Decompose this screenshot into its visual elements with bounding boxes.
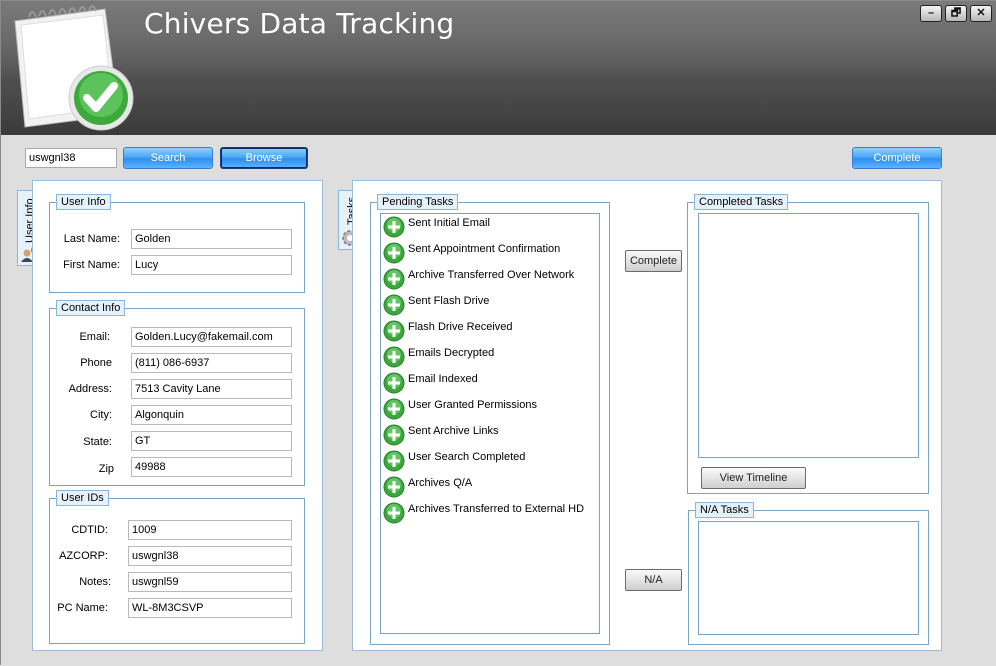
user-info-group-title: User Info	[56, 194, 111, 210]
add-plus-icon[interactable]	[383, 346, 405, 368]
add-plus-icon[interactable]	[383, 294, 405, 316]
add-plus-icon[interactable]	[383, 242, 405, 264]
first-name-field[interactable]: Lucy	[131, 255, 292, 275]
list-item[interactable]: Archive Transferred Over Network	[383, 268, 574, 292]
phone-label: Phone	[80, 357, 112, 369]
city-label: City:	[90, 409, 112, 421]
azcorp-label: AZCORP:	[59, 550, 108, 562]
task-label: Sent Appointment Confirmation	[408, 243, 561, 255]
notes-label: Notes:	[79, 576, 111, 588]
state-label: State:	[83, 436, 112, 448]
title-bar: Chivers Data Tracking – 🗗 ✕	[1, 1, 996, 135]
add-plus-icon[interactable]	[383, 502, 405, 524]
zip-label: Zip	[98, 463, 114, 475]
email-field[interactable]: Golden.Lucy@fakemail.com	[131, 327, 292, 347]
last-name-field[interactable]: Golden	[131, 229, 292, 249]
completed-tasks-group-title: Completed Tasks	[694, 194, 789, 210]
task-label: Sent Flash Drive	[408, 295, 490, 307]
na-tasks-list[interactable]	[698, 521, 919, 635]
list-item[interactable]: User Search Completed	[383, 450, 525, 474]
zip-field[interactable]: 49988	[131, 457, 292, 477]
restore-button[interactable]: 🗗	[945, 5, 967, 22]
first-name-label: First Name:	[63, 259, 120, 271]
close-button[interactable]: ✕	[970, 5, 992, 22]
list-item[interactable]: Sent Flash Drive	[383, 294, 489, 318]
na-tasks-group-title: N/A Tasks	[695, 502, 754, 518]
task-label: Archives Q/A	[408, 477, 473, 489]
add-plus-icon[interactable]	[383, 372, 405, 394]
list-item[interactable]: Archives Transferred to External HD	[383, 502, 584, 526]
task-label: Archives Transferred to External HD	[408, 503, 585, 515]
completed-tasks-list[interactable]	[698, 213, 919, 458]
task-label: Archive Transferred Over Network	[408, 269, 575, 281]
last-name-label: Last Name:	[63, 233, 120, 245]
na-task-button[interactable]: N/A	[625, 569, 682, 591]
list-item[interactable]: Sent Initial Email	[383, 216, 490, 240]
add-plus-icon[interactable]	[383, 424, 405, 446]
address-field[interactable]: 7513 Cavity Lane	[131, 379, 292, 399]
list-item[interactable]: Archives Q/A	[383, 476, 472, 500]
cdtid-label: CDTID:	[71, 524, 108, 536]
list-item[interactable]: Email Indexed	[383, 372, 478, 396]
add-plus-icon[interactable]	[383, 268, 405, 290]
add-plus-icon[interactable]	[383, 476, 405, 498]
pc-name-label: PC Name:	[57, 602, 108, 614]
list-item[interactable]: User Granted Permissions	[383, 398, 537, 422]
task-label: Sent Archive Links	[408, 425, 499, 437]
add-plus-icon[interactable]	[383, 450, 405, 472]
pc-name-field[interactable]: WL-8M3CSVP	[128, 598, 292, 618]
list-item[interactable]: Sent Archive Links	[383, 424, 499, 448]
browse-button[interactable]: Browse	[220, 147, 308, 169]
city-field[interactable]: Algonquin	[131, 405, 292, 425]
task-label: User Search Completed	[408, 451, 526, 463]
app-title: Chivers Data Tracking	[144, 7, 455, 40]
task-label: Email Indexed	[408, 373, 478, 385]
notepad-checkmark-logo-icon	[14, 5, 134, 131]
pending-tasks-group-title: Pending Tasks	[377, 194, 459, 210]
view-timeline-button[interactable]: View Timeline	[701, 467, 806, 489]
minimize-button[interactable]: –	[920, 5, 942, 22]
complete-task-button[interactable]: Complete	[625, 250, 682, 272]
cdtid-field[interactable]: 1009	[128, 520, 292, 540]
task-label: User Granted Permissions	[408, 399, 537, 411]
add-plus-icon[interactable]	[383, 398, 405, 420]
add-plus-icon[interactable]	[383, 216, 405, 238]
search-input[interactable]	[25, 148, 117, 168]
task-label: Emails Decrypted	[408, 347, 495, 359]
list-item[interactable]: Emails Decrypted	[383, 346, 494, 370]
search-button[interactable]: Search	[123, 147, 213, 169]
notes-field[interactable]: uswgnl59	[128, 572, 292, 592]
app-window: Chivers Data Tracking – 🗗 ✕ Search Brows…	[0, 0, 996, 666]
list-item[interactable]: Flash Drive Received	[383, 320, 513, 344]
azcorp-field[interactable]: uswgnl38	[128, 546, 292, 566]
pending-tasks-list[interactable]: Sent Initial Email Sent Appointment Conf…	[380, 213, 600, 634]
list-item[interactable]: Sent Appointment Confirmation	[383, 242, 560, 266]
complete-user-button[interactable]: Complete	[852, 147, 942, 169]
add-plus-icon[interactable]	[383, 320, 405, 342]
email-label: Email:	[79, 331, 110, 343]
state-field[interactable]: GT	[131, 431, 292, 451]
contact-info-group-title: Contact Info	[56, 300, 126, 316]
task-label: Sent Initial Email	[408, 217, 490, 229]
address-label: Address:	[68, 383, 112, 395]
task-label: Flash Drive Received	[408, 321, 513, 333]
phone-field[interactable]: (811) 086-6937	[131, 353, 292, 373]
user-ids-group-title: User IDs	[56, 490, 109, 506]
